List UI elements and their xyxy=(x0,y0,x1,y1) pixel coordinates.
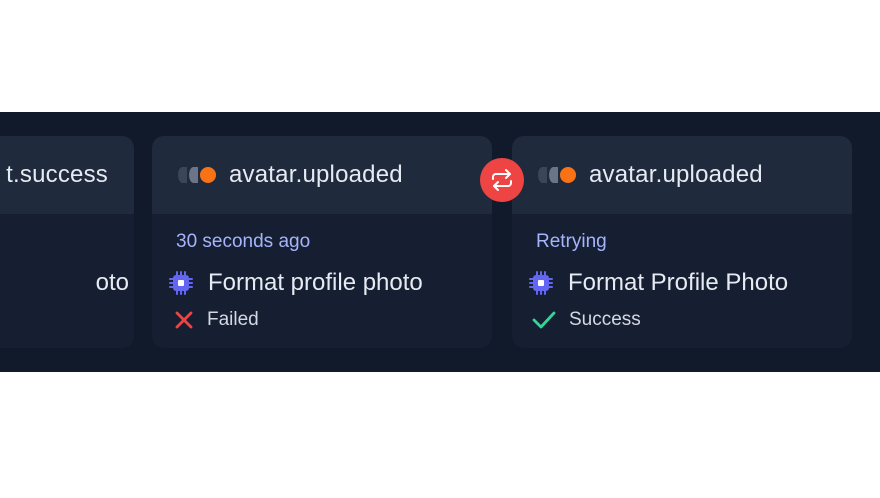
check-icon xyxy=(532,311,556,329)
status-label: Failed xyxy=(207,309,259,330)
event-name: t.success xyxy=(6,161,108,188)
card-body: oto xyxy=(0,214,134,298)
repeat-icon xyxy=(492,169,512,191)
function-name: Format profile photo xyxy=(208,269,423,296)
function-step: oto xyxy=(0,268,134,298)
cpu-icon xyxy=(169,271,193,295)
event-card[interactable]: avatar.uploaded Retrying Format Profile … xyxy=(512,136,852,348)
function-step: Format Profile Photo xyxy=(528,268,852,298)
card-header: avatar.uploaded xyxy=(152,136,492,214)
run-status: Success xyxy=(531,308,852,332)
retry-button[interactable] xyxy=(480,158,524,202)
card-body: Retrying Format Profile Photo Success xyxy=(512,214,852,332)
event-dots-icon xyxy=(538,167,576,183)
card-body: 30 seconds ago Format profile photo Fail… xyxy=(152,214,492,332)
event-run-strip: t.success oto avatar.uploaded 30 seconds… xyxy=(0,112,880,372)
event-name: avatar.uploaded xyxy=(589,161,763,188)
card-header: t.success xyxy=(0,136,134,214)
status-label: Success xyxy=(569,309,641,330)
function-step: Format profile photo xyxy=(168,268,492,298)
cpu-icon xyxy=(529,271,553,295)
event-time: 30 seconds ago xyxy=(176,231,311,252)
event-time xyxy=(0,230,134,254)
run-status: Failed xyxy=(173,308,492,332)
x-icon xyxy=(175,311,193,329)
function-name: oto xyxy=(95,269,129,296)
function-name: Format Profile Photo xyxy=(568,269,789,296)
event-time: Retrying xyxy=(536,231,607,252)
card-header: avatar.uploaded xyxy=(512,136,852,214)
event-dots-icon xyxy=(178,167,216,183)
event-card[interactable]: avatar.uploaded 30 seconds ago Format pr… xyxy=(152,136,492,348)
event-name: avatar.uploaded xyxy=(229,161,403,188)
event-card[interactable]: t.success oto xyxy=(0,136,134,348)
